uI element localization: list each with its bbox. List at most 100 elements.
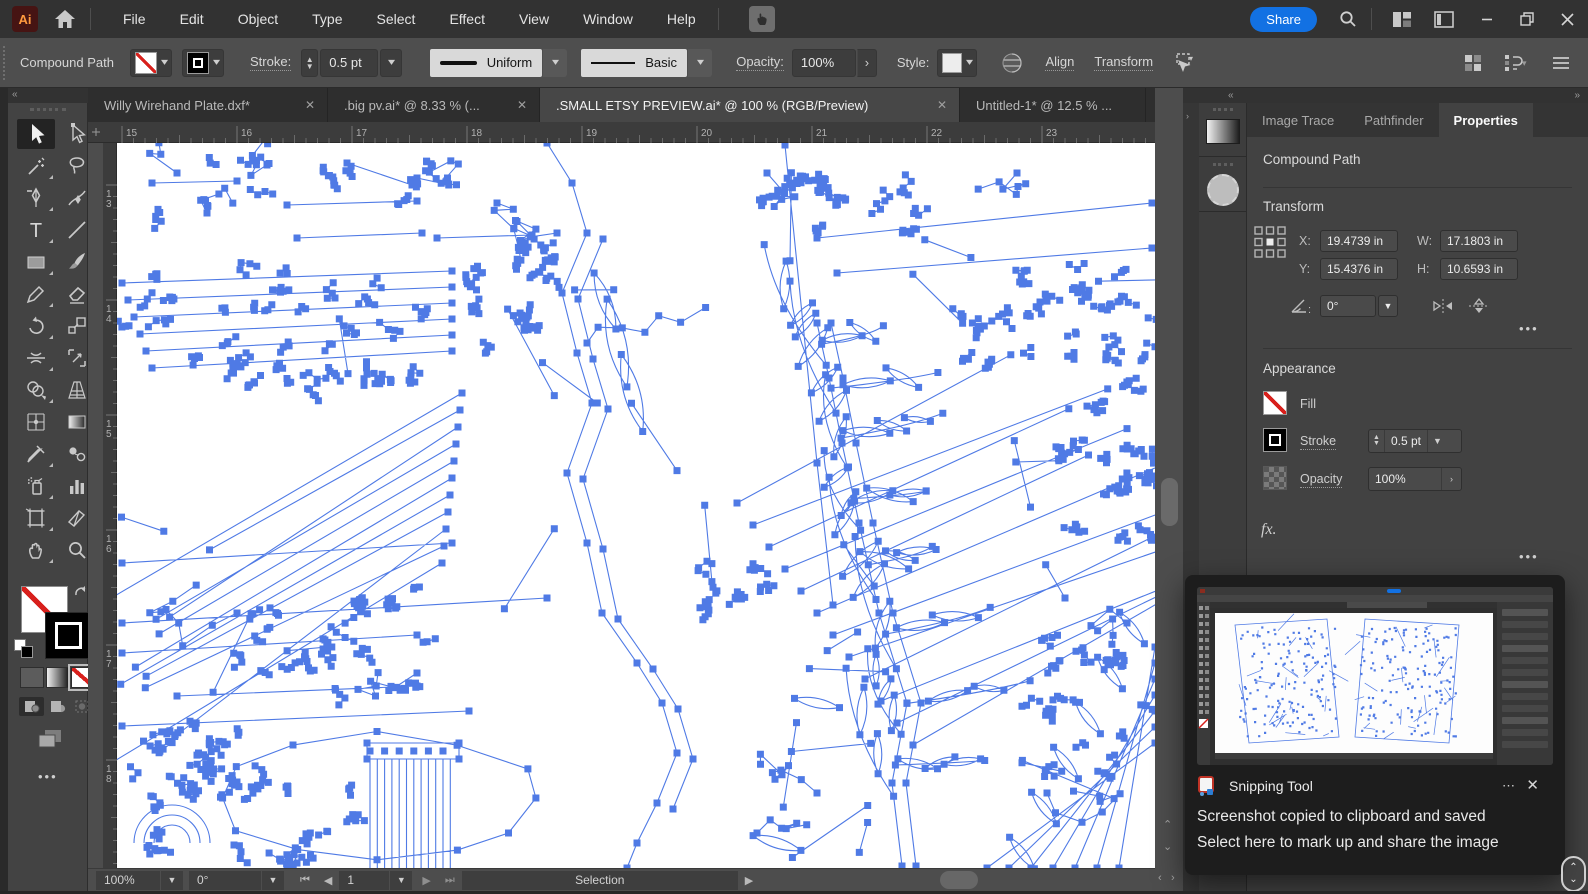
tab-close-icon[interactable]: ✕ xyxy=(305,98,315,112)
toolbar-grip[interactable] xyxy=(30,108,66,111)
shape-builder-tool[interactable] xyxy=(17,375,55,405)
zoom-dropdown[interactable]: ▼ xyxy=(161,870,183,890)
hand-tool[interactable] xyxy=(17,535,55,565)
stroke-weight-group[interactable]: ▲ ▼ 0.5 pt ▼ xyxy=(1368,429,1462,453)
tab-close-icon[interactable]: ✕ xyxy=(517,98,527,112)
h-field[interactable]: 10.6593 in xyxy=(1440,258,1518,280)
document-tab-untitled-1-12-5[interactable]: Untitled-1* @ 12.5 % ... xyxy=(960,88,1146,122)
magic-wand-tool[interactable] xyxy=(17,151,55,181)
appearance-fill-swatch[interactable] xyxy=(1263,391,1287,415)
menu-select[interactable]: Select xyxy=(377,11,416,27)
y-field[interactable]: 15.4376 in xyxy=(1320,258,1398,280)
gradient-panel-icon[interactable] xyxy=(1199,103,1247,157)
panel-tab-properties[interactable]: Properties xyxy=(1438,103,1533,137)
notification-close-icon[interactable]: ✕ xyxy=(1526,776,1539,794)
control-bar-grip[interactable] xyxy=(3,45,6,80)
mesh-tool[interactable] xyxy=(17,407,55,437)
selection-tool[interactable] xyxy=(17,119,55,149)
opacity-group[interactable]: 100% › xyxy=(1368,467,1462,491)
scroll-up-icon[interactable]: ⌃ xyxy=(1163,818,1172,831)
brush-definition-dropdown[interactable]: Basic xyxy=(581,48,688,77)
menu-view[interactable]: View xyxy=(519,11,549,27)
scroll-left-icon[interactable]: ‹ xyxy=(1158,872,1162,884)
restore-button[interactable] xyxy=(1512,12,1542,26)
chevron-up-icon[interactable]: ⌃ xyxy=(1569,862,1577,874)
stroke-weight-dropdown[interactable]: ▼ xyxy=(1426,430,1447,452)
appearance-opacity-swatch[interactable] xyxy=(1263,466,1287,490)
menu-help[interactable]: Help xyxy=(667,11,696,27)
menu-file[interactable]: File xyxy=(123,11,146,27)
w-field[interactable]: 17.1803 in xyxy=(1440,230,1518,252)
stroke-stepper[interactable]: ▲ ▼ xyxy=(1369,430,1385,452)
scroll-right-icon[interactable]: › xyxy=(1171,872,1175,884)
opacity-field[interactable]: 100% xyxy=(791,48,856,77)
opacity-expand-button[interactable]: › xyxy=(856,48,877,77)
stroke-proxy-swatch[interactable] xyxy=(45,612,92,659)
menu-edit[interactable]: Edit xyxy=(180,11,204,27)
stroke-weight-dropdown[interactable]: ▾ xyxy=(380,48,403,77)
appearance-stroke-swatch[interactable] xyxy=(1263,428,1287,452)
artboard-canvas[interactable] xyxy=(117,143,1155,868)
opacity-label[interactable]: Opacity xyxy=(1300,472,1343,488)
graphic-style-dropdown[interactable]: ▾ xyxy=(937,48,978,77)
toolbar-collapse[interactable]: « xyxy=(8,88,88,103)
reference-point-grid[interactable] xyxy=(1253,225,1287,259)
share-button[interactable]: Share xyxy=(1250,6,1317,32)
stroke-panel-link[interactable]: Stroke: xyxy=(250,54,292,71)
opacity-value[interactable]: 100% xyxy=(1369,468,1441,490)
document-tab-small-etsy-previe[interactable]: .SMALL ETSY PREVIEW.ai* @ 100 % (RGB/Pre… xyxy=(540,88,960,122)
fx-effects-button[interactable]: fx. xyxy=(1261,521,1277,539)
notification-more-icon[interactable]: ⋯ xyxy=(1502,778,1517,794)
stroke-weight-field[interactable]: 0.5 pt xyxy=(320,48,379,77)
transform-more-button[interactable]: ••• xyxy=(1519,321,1539,336)
corner-scroll-pill[interactable]: ⌃ ⌄ xyxy=(1561,856,1586,892)
rotate-angle-dropdown[interactable]: ▼ xyxy=(1378,295,1398,317)
document-setup-icon[interactable] xyxy=(1001,52,1023,74)
draw-behind-button[interactable] xyxy=(45,697,70,716)
toolbar-more-button[interactable]: ••• xyxy=(38,769,58,784)
width-tool[interactable] xyxy=(17,343,55,373)
stroke-label[interactable]: Stroke xyxy=(1300,434,1337,450)
brush-definition-dropdown-button[interactable]: ▾ xyxy=(688,48,713,77)
dock-expand-icon[interactable]: › xyxy=(1186,111,1189,121)
last-artboard-icon[interactable]: ⏭ xyxy=(445,874,455,887)
horizontal-scrollbar-thumb[interactable] xyxy=(940,871,978,889)
opacity-panel-link[interactable]: Opacity: xyxy=(736,54,784,71)
next-artboard-icon[interactable]: ▶ xyxy=(422,874,430,887)
first-artboard-icon[interactable]: ⏮ xyxy=(300,874,310,887)
arrange-documents-icon[interactable] xyxy=(1392,11,1412,28)
width-profile-dropdown-button[interactable]: ▾ xyxy=(543,48,568,77)
swap-fill-stroke-icon[interactable] xyxy=(74,585,88,599)
screen-mode-button[interactable] xyxy=(38,729,62,749)
panel-expand-icon[interactable]: » xyxy=(1574,90,1580,101)
appearance-more-button[interactable]: ••• xyxy=(1519,549,1539,564)
pencil-tool[interactable] xyxy=(17,279,55,309)
rotate-angle-field[interactable]: 0° xyxy=(1320,295,1376,317)
screenshot-thumbnail[interactable] xyxy=(1197,587,1553,765)
snipping-tool-notification[interactable]: Snipping Tool ⋯ ✕ Screenshot copied to c… xyxy=(1185,575,1565,875)
symbol-sprayer-tool[interactable] xyxy=(17,471,55,501)
menu-list-icon[interactable] xyxy=(1552,56,1570,70)
menu-type[interactable]: Type xyxy=(312,11,342,27)
tab-overflow-button[interactable]: » xyxy=(1146,88,1155,122)
artboard-number-field[interactable]: 1 xyxy=(339,870,390,890)
flip-vertical-icon[interactable] xyxy=(1468,298,1490,314)
fill-label[interactable]: Fill xyxy=(1300,397,1316,411)
workspace-switcher-icon[interactable] xyxy=(1434,10,1454,28)
rectangle-tool[interactable] xyxy=(17,247,55,277)
stroke-weight-stepper[interactable]: ▲ ▼ xyxy=(301,48,319,77)
home-icon[interactable] xyxy=(54,9,76,29)
app-logo-icon[interactable]: Ai xyxy=(12,6,38,32)
document-tab-willy-wirehand-pla[interactable]: Willy Wirehand Plate.dxf* ✕ xyxy=(88,88,328,122)
draw-normal-button[interactable] xyxy=(19,697,44,716)
transform-panel-link[interactable]: Transform xyxy=(1094,54,1154,71)
eyedropper-tool[interactable] xyxy=(17,439,55,469)
panel-tab-pathfinder[interactable]: Pathfinder xyxy=(1349,103,1438,137)
type-tool[interactable]: T xyxy=(17,215,55,245)
minimize-button[interactable] xyxy=(1472,13,1502,25)
gradient-button[interactable] xyxy=(46,667,70,688)
transparency-panel-icon[interactable] xyxy=(1199,158,1247,212)
rotation-field[interactable]: 0° xyxy=(189,870,261,890)
menu-object[interactable]: Object xyxy=(238,11,278,27)
touch-workspace-icon[interactable] xyxy=(748,6,775,32)
